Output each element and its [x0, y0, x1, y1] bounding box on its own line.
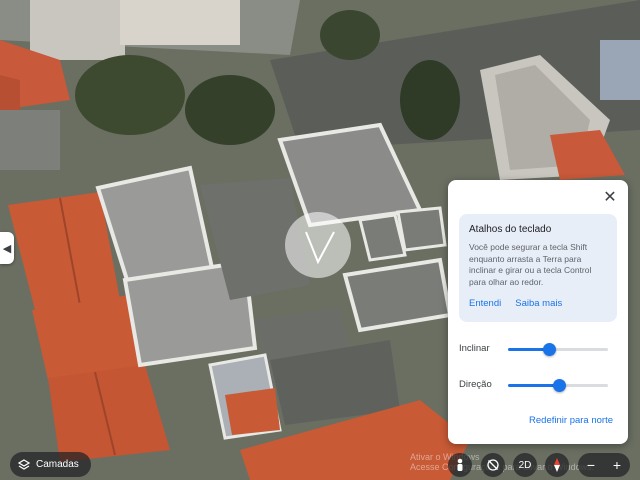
tilt-icon [487, 459, 499, 471]
zoom-in-button[interactable]: + [604, 453, 630, 477]
tip-body: Você pode segurar a tecla Shift enquanto… [469, 242, 592, 287]
tilt-slider-thumb[interactable] [543, 343, 556, 356]
tilt-slider[interactable] [508, 343, 608, 356]
direction-slider-row: Direção [459, 375, 619, 395]
layers-icon [18, 458, 30, 470]
layers-label: Camadas [36, 459, 79, 470]
layers-button[interactable]: Camadas [10, 452, 91, 477]
chevron-left-icon: ◀ [2, 242, 12, 255]
got-it-button[interactable]: Entendi [469, 298, 501, 309]
tilt-label: Inclinar [459, 343, 490, 354]
expand-side-panel-button[interactable]: ◀ [0, 232, 14, 264]
close-icon[interactable]: ✕ [602, 190, 618, 206]
view-controls-panel: ✕ Atalhos do teclado Você pode segurar a… [448, 180, 628, 444]
compass-icon [554, 458, 560, 472]
keyboard-shortcuts-tip: Atalhos do teclado Você pode segurar a t… [459, 214, 617, 322]
direction-slider-thumb[interactable] [553, 379, 566, 392]
pegman-button[interactable] [448, 453, 472, 477]
direction-slider-fill [508, 384, 559, 387]
tip-title: Atalhos do teclado [469, 224, 552, 235]
compass-button[interactable] [545, 453, 569, 477]
tip-actions: Entendi Saiba mais [469, 298, 562, 309]
zoom-controls: − + [578, 453, 630, 477]
direction-slider[interactable] [508, 379, 608, 392]
pegman-icon [457, 458, 463, 471]
learn-more-link[interactable]: Saiba mais [515, 298, 562, 309]
mode-2d-button[interactable]: 2D [513, 453, 537, 477]
tilt-slider-row: Inclinar [459, 339, 619, 359]
direction-label: Direção [459, 379, 492, 390]
tilt-toggle-button[interactable] [481, 453, 505, 477]
reset-north-button[interactable]: Redefinir para norte [529, 415, 613, 426]
map-cursor-ring [285, 212, 351, 278]
zoom-out-button[interactable]: − [578, 453, 604, 477]
